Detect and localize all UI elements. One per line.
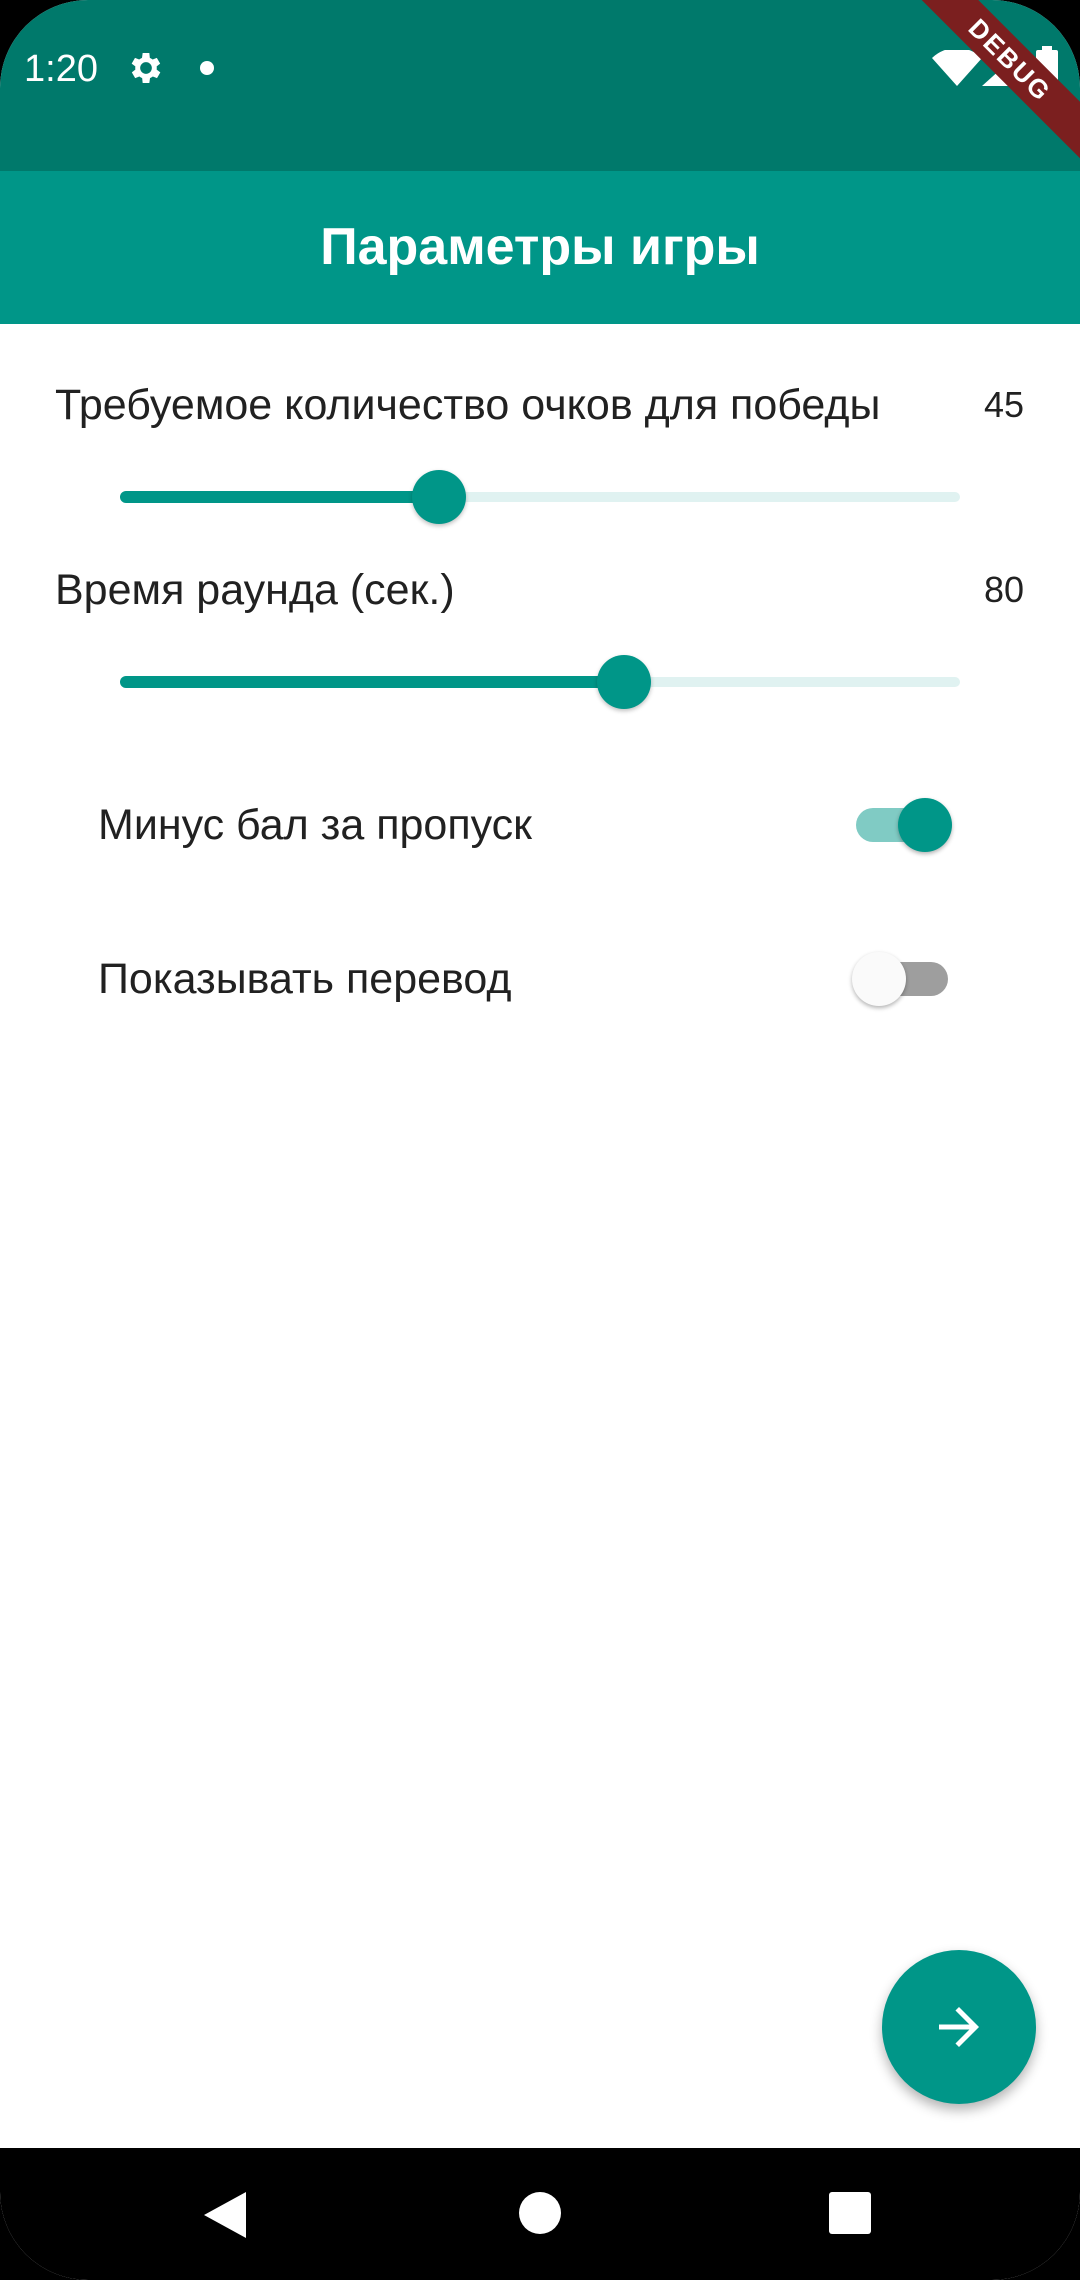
notification-dot-icon <box>200 61 214 75</box>
phone-screen: 1:20 DEBUG Параметры игры Требуемое коли… <box>0 0 1080 2280</box>
gear-icon <box>131 53 161 83</box>
back-icon[interactable] <box>204 2192 246 2238</box>
switch-thumb <box>852 952 906 1006</box>
slider-thumb[interactable] <box>412 470 467 524</box>
status-time: 1:20 <box>24 48 98 90</box>
show-translation-label: Показывать перевод <box>98 955 512 1003</box>
minus-point-for-skip-label: Минус бал за пропуск <box>98 801 532 849</box>
slider-thumb[interactable] <box>597 655 651 709</box>
slider-fill <box>120 676 624 688</box>
slider-fill <box>120 491 440 503</box>
points-to-win-value: 45 <box>983 384 1024 425</box>
minus-point-for-skip-row[interactable]: Минус бал за пропуск <box>0 780 1080 870</box>
next-fab-button[interactable] <box>882 1950 1036 2104</box>
navigation-bar <box>0 2148 1080 2280</box>
show-translation-row[interactable]: Показывать перевод <box>0 934 1080 1024</box>
points-to-win-slider[interactable] <box>120 467 960 527</box>
arrow-forward-icon <box>939 2007 979 2047</box>
minus-point-for-skip-switch[interactable] <box>852 795 956 855</box>
points-to-win-label: Требуемое количество очков для победы <box>55 381 881 429</box>
switch-thumb <box>898 798 952 852</box>
round-time-label: Время раунда (сек.) <box>55 566 455 614</box>
wifi-icon <box>932 50 982 86</box>
page-title: Параметры игры <box>320 218 760 276</box>
round-time-value: 80 <box>983 569 1024 610</box>
recents-icon[interactable] <box>829 2192 871 2234</box>
home-icon[interactable] <box>519 2192 561 2234</box>
app-bar: Параметры игры <box>0 171 1080 324</box>
round-time-slider[interactable] <box>120 652 960 712</box>
show-translation-switch[interactable] <box>852 949 956 1009</box>
status-bar: 1:20 DEBUG <box>0 0 1080 171</box>
